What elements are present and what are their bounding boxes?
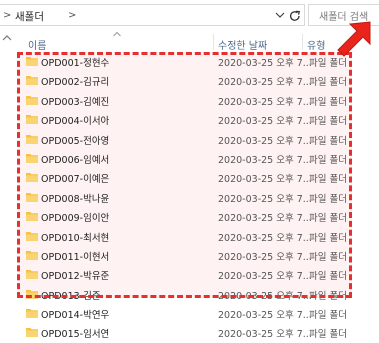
file-date: 2020-03-25 오후 7... [218, 310, 312, 322]
file-type: 파일 폴더 [309, 329, 347, 341]
column-divider[interactable] [213, 34, 214, 50]
column-header: 이름 수정한 날짜 유형 [0, 31, 379, 52]
column-header-date[interactable]: 수정한 날짜 [218, 37, 267, 52]
list-item[interactable]: OPD015-임서연 2020-03-25 오후 7... 파일 폴더 [0, 323, 379, 342]
red-arrow-icon [337, 21, 371, 57]
highlight-box [17, 52, 352, 298]
folder-icon [26, 328, 38, 338]
column-divider[interactable] [302, 34, 303, 50]
address-row: > 새폴더 > 새폴더 검색 [0, 0, 379, 32]
file-type: 파일 폴더 [309, 310, 347, 322]
breadcrumb-separator[interactable]: > [3, 10, 11, 21]
file-date: 2020-03-25 오후 7... [218, 329, 312, 341]
list-item[interactable]: OPD014-박연우 2020-03-25 오후 7... 파일 폴더 [0, 304, 379, 323]
scroll-up-icon[interactable] [2, 34, 12, 42]
folder-icon [26, 309, 38, 319]
file-name: OPD015-임서연 [41, 329, 110, 341]
column-header-name[interactable]: 이름 [28, 37, 46, 52]
address-bar[interactable]: > 새폴더 > [0, 4, 305, 26]
breadcrumb-separator-2[interactable]: > [68, 10, 76, 21]
column-header-type[interactable]: 유형 [307, 37, 325, 52]
breadcrumb-folder[interactable]: 새폴더 [15, 9, 44, 24]
refresh-icon[interactable] [287, 8, 303, 24]
sort-ascending-icon [113, 31, 121, 37]
file-name: OPD014-박연우 [41, 310, 110, 322]
chevron-down-icon[interactable] [273, 8, 287, 22]
